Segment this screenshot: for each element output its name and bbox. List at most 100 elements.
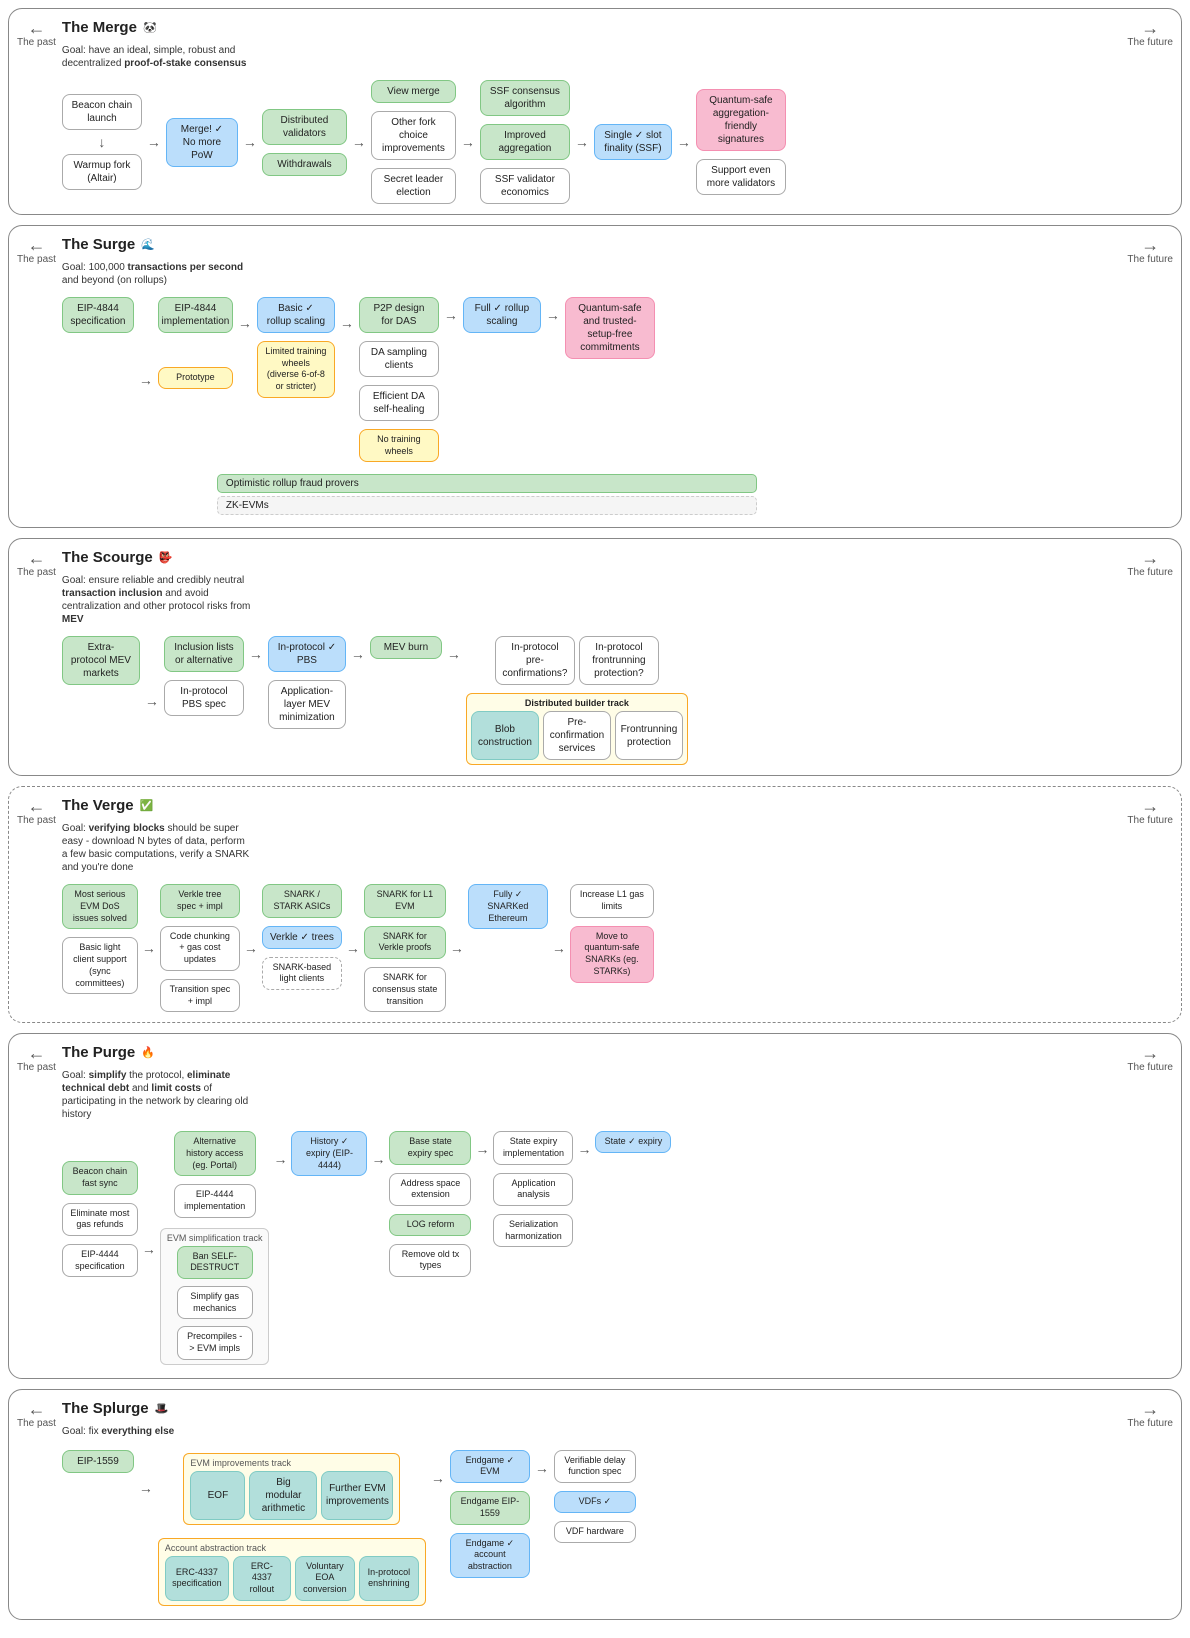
node-serialization: Serialization harmonization: [493, 1214, 573, 1247]
node-support-validators: Support even more validators: [696, 159, 786, 195]
scourge-goal: Goal: ensure reliable and credibly neutr…: [62, 574, 252, 626]
evm-simplification-track: EVM simplification track Ban SELF-DESTRU…: [160, 1228, 270, 1365]
node-eof: EOF: [190, 1471, 245, 1520]
verge-future-label: → The future: [1127, 797, 1173, 826]
node-history-expiry: History ✓ expiry (EIP-4444): [291, 1131, 367, 1176]
verge-goal: Goal: verifying blocks should be super e…: [62, 822, 252, 874]
node-vdf-spec: Verifiable delay function spec: [554, 1450, 636, 1483]
node-blob-construction: Blob construction: [471, 711, 539, 760]
splurge-title: The Splurge: [62, 1400, 149, 1417]
verge-past-label: ← The past: [17, 797, 56, 826]
merge-future-col: Quantum-safe aggregation-friendly signat…: [696, 89, 786, 195]
node-address-space: Address space extension: [389, 1173, 471, 1206]
node-withdrawals: Withdrawals: [262, 153, 347, 176]
merge-section: ← The past The Merge 🐼 Goal: have an ide…: [8, 8, 1182, 215]
merge-future-label: → The future: [1127, 19, 1173, 48]
evm-improvements-track: EVM improvements track EOF Big modular a…: [183, 1453, 400, 1525]
node-secret-leader: Secret leader election: [371, 168, 456, 204]
node-efficient-da: Efficient DA self-healing: [359, 385, 439, 421]
node-verkle-spec: Verkle tree spec + impl: [160, 884, 240, 917]
purge-goal: Goal: simplify the protocol, eliminate t…: [62, 1069, 252, 1121]
node-ssf: Single ✓ slot finality (SSF): [594, 124, 672, 160]
scourge-header: The Scourge 👺: [62, 549, 1121, 566]
node-quantum-safe-commit: Quantum-safe and trusted-setup-free comm…: [565, 297, 655, 359]
node-in-protocol-pbs: In-protocol ✓ PBS: [268, 636, 346, 672]
node-mev-burn: MEV burn: [370, 636, 442, 659]
node-erc4337-rollout: ERC-4337 rollout: [233, 1556, 291, 1601]
node-distributed-validators: Distributed validators: [262, 109, 347, 145]
node-pre-confirm-services: Pre-confirmation services: [543, 711, 611, 760]
aa-track-label: Account abstraction track: [165, 1543, 419, 1553]
purge-title: The Purge: [62, 1044, 135, 1061]
node-merge: Merge! ✓No more PoW: [166, 118, 238, 167]
node-alt-history: Alternative history access (eg. Portal): [174, 1131, 256, 1176]
node-quantum-safe-sig: Quantum-safe aggregation-friendly signat…: [696, 89, 786, 151]
node-eip4444-impl: EIP-4444 implementation: [174, 1184, 256, 1217]
merge-emoji: 🐼: [143, 21, 157, 34]
node-quantum-safe-snarks: Move to quantum-safe SNARKs (eg. STARKs): [570, 926, 654, 983]
node-snark-consensus: SNARK for consensus state transition: [364, 967, 446, 1012]
node-app-analysis: Application analysis: [493, 1173, 573, 1206]
splurge-content: The Splurge 🎩 Goal: fix everything else …: [62, 1400, 1121, 1609]
surge-section: ← The past The Surge 🌊 Goal: 100,000 tra…: [8, 225, 1182, 528]
node-snark-verkle: SNARK for Verkle proofs: [364, 926, 446, 959]
node-pre-confirmations-q: In-protocol pre-confirmations?: [495, 636, 575, 685]
node-remove-old-tx: Remove old tx types: [389, 1244, 471, 1277]
node-increase-l1-gas: Increase L1 gas limits: [570, 884, 654, 917]
node-extra-protocol-mev: Extra-protocol MEV markets: [62, 636, 140, 685]
merge-mid-col: Distributed validators Withdrawals: [262, 109, 347, 176]
node-base-state-expiry: Base state expiry spec: [389, 1131, 471, 1164]
node-p2p-das: P2P design for DAS: [359, 297, 439, 333]
node-da-sampling: DA sampling clients: [359, 341, 439, 377]
evm-track-label: EVM improvements track: [190, 1458, 393, 1468]
account-abstraction-track: Account abstraction track ERC-4337 speci…: [158, 1538, 426, 1606]
splurge-header: The Splurge 🎩: [62, 1400, 1121, 1417]
node-vdf-hardware: VDF hardware: [554, 1521, 636, 1543]
node-frontrunning-q: In-protocol frontrunning protection?: [579, 636, 659, 685]
node-simplify-gas: Simplify gas mechanics: [177, 1286, 253, 1319]
merge-ssf-col: SSF consensus algorithm Improved aggrega…: [480, 80, 570, 204]
node-vdfs: VDFs ✓: [554, 1491, 636, 1513]
node-full-rollup: Full ✓ rollup scaling: [463, 297, 541, 333]
merge-past-label: ← The past: [17, 19, 56, 48]
merge-content: The Merge 🐼 Goal: have an ideal, simple,…: [62, 19, 1121, 204]
splurge-past-label: ← The past: [17, 1400, 56, 1429]
node-ssf-economics: SSF validator economics: [480, 168, 570, 204]
purge-header: The Purge 🔥: [62, 1044, 1121, 1061]
node-fork-choice: Other fork choice improvements: [371, 111, 456, 160]
node-limited-training: Limited training wheels (diverse 6-of-8 …: [257, 341, 335, 398]
purge-future-label: → The future: [1127, 1044, 1173, 1073]
purge-past-label: ← The past: [17, 1044, 56, 1073]
bar-zk-evms: ZK-EVMs: [217, 496, 757, 515]
node-eliminate-gas: Eliminate most gas refunds: [62, 1203, 138, 1236]
node-evm-dos: Most serious EVM DoS issues solved: [62, 884, 138, 929]
node-warmup-fork: Warmup fork (Altair): [62, 154, 142, 190]
node-frontrunning-prot: Frontrunning protection: [615, 711, 683, 760]
splurge-section: ← The past The Splurge 🎩 Goal: fix every…: [8, 1389, 1182, 1620]
verge-header: The Verge ✅: [62, 797, 1121, 814]
scourge-title: The Scourge: [62, 549, 153, 566]
verge-section: ← The past The Verge ✅ Goal: verifying b…: [8, 786, 1182, 1023]
node-endgame-evm: Endgame ✓ EVM: [450, 1450, 530, 1483]
splurge-emoji: 🎩: [155, 1402, 169, 1415]
surge-title: The Surge: [62, 236, 135, 253]
node-ssf-consensus: SSF consensus algorithm: [480, 80, 570, 116]
node-further-evm: Further EVM improvements: [321, 1471, 393, 1520]
node-big-modular: Big modular arithmetic: [249, 1471, 317, 1520]
surge-future-label: → The future: [1127, 236, 1173, 265]
node-snark-l1-evm: SNARK for L1 EVM: [364, 884, 446, 917]
scourge-emoji: 👺: [159, 551, 173, 564]
node-erc4337-spec: ERC-4337 specification: [165, 1556, 229, 1601]
surge-header: The Surge 🌊: [62, 236, 1121, 253]
node-state-expiry-final: State ✓ expiry: [595, 1131, 671, 1153]
node-app-layer-mev: Application-layer MEV minimization: [268, 680, 346, 729]
node-eip1559: EIP-1559: [62, 1450, 134, 1473]
node-beacon-fast-sync: Beacon chain fast sync: [62, 1161, 138, 1194]
node-voluntary-eoa: Voluntary EOA conversion: [295, 1556, 355, 1601]
scourge-section: ← The past The Scourge 👺 Goal: ensure re…: [8, 538, 1182, 776]
distributed-builder-track: Distributed builder track Blob construct…: [466, 693, 688, 765]
node-log-reform: LOG reform: [389, 1214, 471, 1236]
node-snark-stark-asics: SNARK / STARK ASICs: [262, 884, 342, 917]
node-state-expiry-impl: State expiry implementation: [493, 1131, 573, 1164]
merge-title: The Merge: [62, 19, 137, 36]
